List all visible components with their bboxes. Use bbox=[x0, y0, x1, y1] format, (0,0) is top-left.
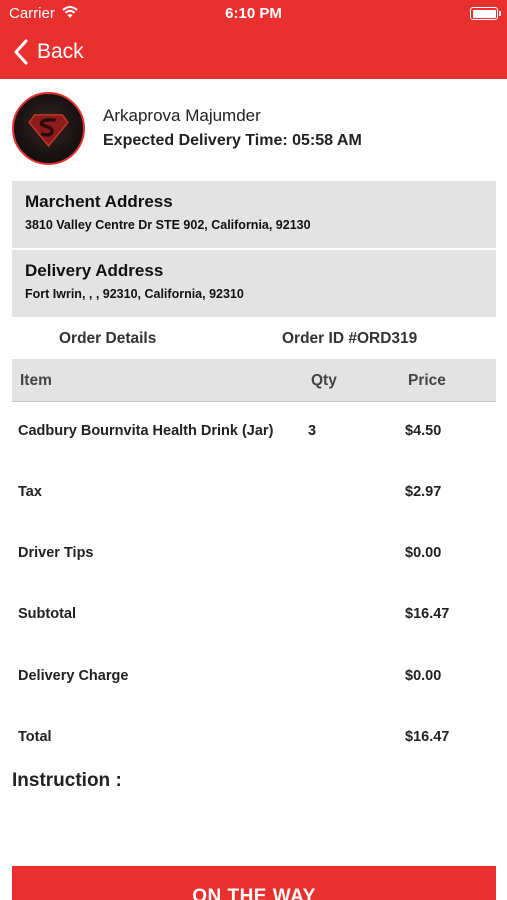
clock: 6:10 PM bbox=[225, 5, 282, 22]
row-item: Cadbury Bournvita Health Drink (Jar) bbox=[18, 423, 274, 439]
table-header: Item Qty Price bbox=[12, 359, 496, 402]
row-price: $16.47 bbox=[405, 606, 450, 622]
table-row: Delivery Charge $0.00 bbox=[12, 668, 496, 698]
table-row: Cadbury Bournvita Health Drink (Jar) 3 $… bbox=[12, 423, 496, 453]
row-item: Delivery Charge bbox=[18, 668, 129, 684]
order-id: Order ID #ORD319 bbox=[282, 330, 418, 347]
top-bar: Carrier 6:10 PM Back bbox=[0, 0, 507, 79]
row-price: $16.47 bbox=[405, 729, 450, 745]
chevron-left-icon bbox=[14, 39, 28, 65]
back-button[interactable]: Back bbox=[13, 38, 84, 66]
instruction-label: Instruction : bbox=[12, 770, 122, 791]
row-item: Subtotal bbox=[18, 606, 76, 622]
delivery-address-text: Fort Iwrin, , , 92310, California, 92310 bbox=[25, 287, 244, 301]
row-price: $2.97 bbox=[405, 484, 442, 500]
expected-delivery-time: Expected Delivery Time: 05:58 AM bbox=[103, 132, 362, 149]
table-row: Tax $2.97 bbox=[12, 484, 496, 514]
superman-logo-icon bbox=[28, 114, 69, 148]
battery-icon bbox=[470, 7, 501, 20]
table-row: Driver Tips $0.00 bbox=[12, 545, 496, 575]
customer-profile: Arkaprova Majumder Expected Delivery Tim… bbox=[11, 90, 496, 168]
row-item: Tax bbox=[18, 484, 42, 500]
merchant-address-panel: Marchent Address 3810 Valley Centre Dr S… bbox=[12, 181, 496, 248]
row-price: $4.50 bbox=[405, 423, 442, 439]
table-row: Total $16.47 bbox=[12, 729, 496, 759]
row-item: Total bbox=[18, 729, 52, 745]
column-header-qty: Qty bbox=[311, 372, 337, 389]
row-qty: 3 bbox=[308, 423, 317, 439]
order-details-label: Order Details bbox=[59, 330, 157, 347]
order-summary-row: Order Details Order ID #ORD319 bbox=[12, 320, 496, 358]
merchant-address-text: 3810 Valley Centre Dr STE 902, Californi… bbox=[25, 218, 311, 232]
avatar bbox=[12, 92, 85, 165]
back-label: Back bbox=[37, 40, 84, 63]
customer-name: Arkaprova Majumder bbox=[103, 106, 261, 125]
delivery-address-title: Delivery Address bbox=[25, 261, 164, 280]
table-row: Subtotal $16.47 bbox=[12, 606, 496, 636]
row-price: $0.00 bbox=[405, 668, 442, 684]
row-price: $0.00 bbox=[405, 545, 442, 561]
status-bar: Carrier 6:10 PM bbox=[0, 0, 507, 28]
merchant-address-title: Marchent Address bbox=[25, 192, 173, 211]
column-header-price: Price bbox=[408, 372, 446, 389]
delivery-address-panel: Delivery Address Fort Iwrin, , , 92310, … bbox=[12, 250, 496, 317]
on-the-way-button[interactable]: ON THE WAY bbox=[12, 866, 496, 900]
row-item: Driver Tips bbox=[18, 545, 94, 561]
column-header-item: Item bbox=[20, 372, 52, 389]
